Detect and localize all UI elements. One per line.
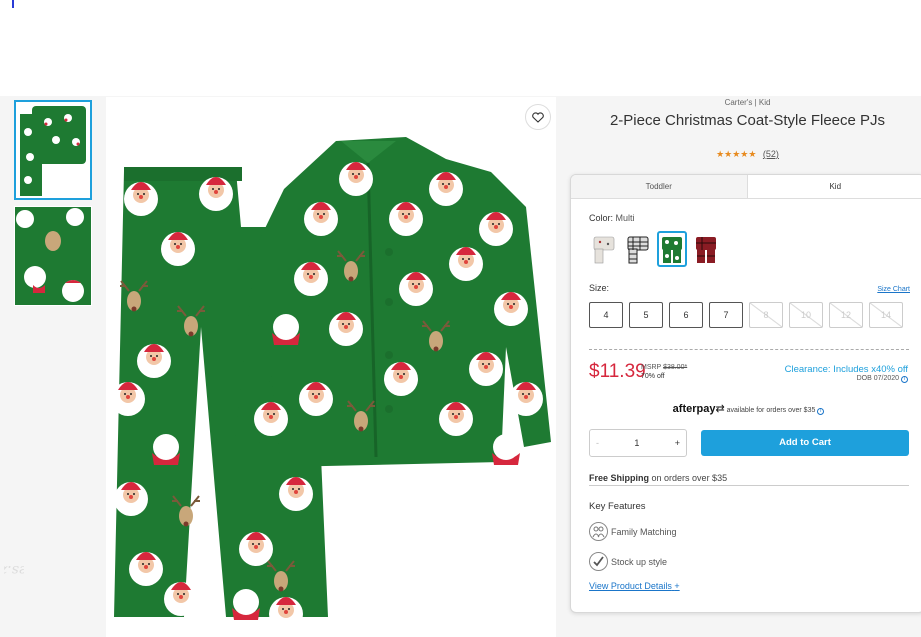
- watermark: Ludies.zp.ua: [0, 515, 60, 625]
- color-value: Multi: [615, 213, 635, 223]
- feature-label: Stock up style: [611, 556, 668, 567]
- fabric-detail-thumbnail-image: [15, 207, 91, 305]
- quantity-increase-button[interactable]: +: [675, 438, 680, 448]
- add-to-cart-button[interactable]: Add to Cart: [701, 430, 909, 456]
- checkmark-icon: [589, 552, 608, 571]
- size-option-5[interactable]: 5: [629, 302, 663, 328]
- family-icon: [589, 522, 608, 541]
- product-title: 2-Piece Christmas Coat-Style Fleece PJs: [609, 112, 886, 129]
- msrp-value: $38.00*: [663, 364, 688, 371]
- main-product-image[interactable]: [106, 97, 556, 637]
- afterpay-logo: afterpay: [672, 403, 716, 415]
- swatch-black-white-plaid[interactable]: [623, 231, 653, 267]
- key-features-title: Key Features: [589, 501, 646, 512]
- quantity-input[interactable]: 1: [634, 438, 639, 448]
- pajama-illustration: [111, 137, 551, 631]
- size-label: Size:: [589, 283, 610, 293]
- pajama-thumbnail-image: [16, 102, 90, 198]
- watermark-lettering: Ludies.zp.ua: [0, 562, 60, 578]
- thumbnail-front[interactable]: [14, 100, 92, 200]
- favorite-button[interactable]: [525, 104, 551, 130]
- size-range-tabs: Toddler Kid: [571, 175, 921, 199]
- details-link-text[interactable]: View Product Details: [589, 581, 672, 591]
- afterpay-info-icon[interactable]: i: [817, 408, 825, 415]
- thumbnail-list: [14, 100, 94, 312]
- color-label: Color:: [589, 213, 614, 223]
- size-option-12[interactable]: 12: [829, 302, 863, 328]
- swatch-green-santa[interactable]: [657, 231, 687, 267]
- color-swatches: [589, 231, 721, 267]
- shipping-row: Free Shipping on orders over $35: [589, 473, 909, 486]
- quantity-stepper: - 1 +: [589, 429, 687, 457]
- size-option-7[interactable]: 7: [709, 302, 743, 328]
- feature-family-matching: Family Matching: [589, 522, 677, 541]
- svg-text:Ludies.zp.ua: Ludies.zp.ua: [4, 562, 24, 578]
- dob-row: DOB 07/2020 i: [857, 375, 908, 383]
- shipping-text: on orders over $35: [651, 473, 728, 483]
- heart-icon: [532, 111, 544, 123]
- rating: ★★★★★ (52): [570, 149, 921, 160]
- red-plaid-pajama-icon: [696, 237, 716, 263]
- size-options: 4 5 6 7 8 10 12 14: [589, 302, 903, 328]
- size-option-6[interactable]: 6: [669, 302, 703, 328]
- free-shipping-label: Free Shipping: [589, 473, 650, 483]
- percent-off: 70% off: [641, 373, 665, 380]
- afterpay-arrows-icon: ⇄: [715, 403, 725, 415]
- tab-toddler[interactable]: Toddler: [571, 175, 748, 198]
- feature-label: Family Matching: [611, 526, 677, 537]
- sale-price: $11.39: [589, 361, 646, 382]
- divider: [589, 349, 909, 350]
- afterpay-text: available for orders over $35: [726, 407, 816, 414]
- info-icon[interactable]: i: [901, 376, 908, 383]
- text-cursor: [12, 0, 14, 8]
- msrp-label: MSRP: [641, 364, 662, 371]
- tab-kid[interactable]: Kid: [747, 175, 921, 198]
- afterpay-row: afterpay⇄ available for orders over $35 …: [571, 402, 921, 415]
- size-option-14[interactable]: 14: [869, 302, 903, 328]
- plus-icon: +: [674, 581, 680, 591]
- review-count-link[interactable]: (52): [763, 149, 779, 159]
- color-label-row: Color: Multi: [589, 213, 635, 223]
- white-print-pajama-icon: [593, 236, 615, 264]
- view-product-details-link[interactable]: View Product Details +: [589, 581, 680, 591]
- quantity-decrease-button[interactable]: -: [596, 438, 599, 448]
- swatch-white-print[interactable]: [589, 231, 619, 267]
- size-option-4[interactable]: 4: [589, 302, 623, 328]
- msrp: MSRP $38.00*: [641, 364, 687, 371]
- size-chart-link[interactable]: Size Chart: [877, 286, 910, 293]
- feature-stock-up: Stock up style: [589, 552, 667, 571]
- brand-label[interactable]: Carter's | Kid: [570, 98, 921, 107]
- purchase-panel: Toddler Kid Color: Multi Size: Size Char…: [570, 174, 921, 613]
- swatch-red-plaid[interactable]: [691, 231, 721, 267]
- green-santa-pajama-icon: [662, 237, 682, 263]
- plaid-pajama-icon: [627, 236, 649, 264]
- clearance-text: Clearance: Includes x40% off: [784, 364, 908, 375]
- size-option-10[interactable]: 10: [789, 302, 823, 328]
- top-bar: [0, 0, 921, 96]
- size-option-8[interactable]: 8: [749, 302, 783, 328]
- thumbnail-detail[interactable]: [14, 206, 92, 306]
- dob-text: DOB 07/2020: [856, 375, 900, 382]
- star-rating-icon: ★★★★★: [716, 149, 757, 159]
